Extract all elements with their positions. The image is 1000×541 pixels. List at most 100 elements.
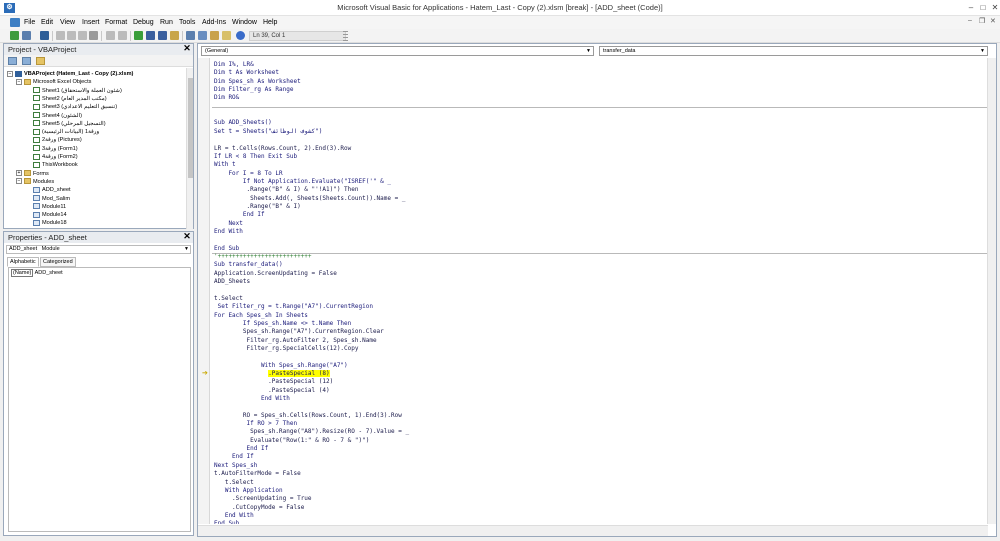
collapse-icon[interactable]: − <box>16 178 22 185</box>
code-line[interactable]: End If <box>214 445 269 453</box>
view-object-icon[interactable] <box>22 57 31 65</box>
code-line[interactable]: t.Select <box>214 295 243 303</box>
code-line[interactable]: RO = Spes_sh.Cells(Rows.Count, 1).End(3)… <box>214 412 402 420</box>
tree-node[interactable]: ThisWorkbook <box>25 161 78 169</box>
mdi-restore-button[interactable]: ❐ <box>979 17 985 25</box>
copy-icon[interactable] <box>67 31 76 40</box>
code-line[interactable]: End Sub <box>214 520 239 524</box>
code-line[interactable]: Sub ADD_Sheets() <box>214 119 272 127</box>
code-line[interactable]: t.AutoFilterMode = False <box>214 470 301 478</box>
code-line[interactable]: End Sub <box>214 245 239 253</box>
code-line[interactable]: '++++++++++++++++++++++++++ <box>214 253 312 261</box>
code-line[interactable]: Application.ScreenUpdating = False <box>214 270 337 278</box>
help-icon[interactable] <box>236 31 245 40</box>
tree-node[interactable]: Sheet2 (مكتب المدير العام) <box>25 95 107 103</box>
redo-icon[interactable] <box>118 31 127 40</box>
code-line[interactable]: Dim Spes_sh As Worksheet <box>214 78 301 86</box>
code-line[interactable]: .PasteSpecial (12) <box>214 378 333 386</box>
code-line[interactable]: Dim I%, LR& <box>214 61 254 69</box>
code-line[interactable]: If Not Application.Evaluate("ISREF('" & … <box>214 178 391 186</box>
menu-edit[interactable]: Edit <box>39 17 55 28</box>
tree-node[interactable]: Mod_Salim <box>25 195 70 203</box>
tab-categorized[interactable]: Categorized <box>40 257 76 267</box>
run-icon[interactable] <box>134 31 143 40</box>
code-line[interactable]: End With <box>214 512 254 520</box>
code-line[interactable]: .Range("B" & I) <box>214 203 301 211</box>
toolbar-grip[interactable] <box>343 31 348 41</box>
design-mode-icon[interactable] <box>170 31 179 40</box>
code-line[interactable]: Next Spes_sh <box>214 462 257 470</box>
cut-icon[interactable] <box>56 31 65 40</box>
tree-node[interactable]: ورقة4 (Form2) <box>25 153 78 161</box>
tab-alphabetic[interactable]: Alphabetic <box>7 257 39 267</box>
menu-debug[interactable]: Debug <box>131 17 156 28</box>
object-browser-icon[interactable] <box>210 31 219 40</box>
project-tree-scrollbar[interactable] <box>186 68 193 229</box>
code-editor[interactable]: Dim I%, LR& Dim t As Worksheet Dim Spes_sh… <box>212 58 988 524</box>
code-line[interactable]: .CutCopyMode = False <box>214 504 304 512</box>
scroll-thumb[interactable] <box>188 78 193 178</box>
properties-window-icon[interactable] <box>198 31 207 40</box>
menu-view[interactable]: View <box>58 17 77 28</box>
tree-node[interactable]: Module14 <box>25 211 67 219</box>
code-line[interactable]: Filter_rg.AutoFilter 2, Spes_sh.Name <box>214 337 377 345</box>
code-vertical-scrollbar[interactable] <box>987 58 996 524</box>
mdi-close-button[interactable]: ✕ <box>990 17 996 25</box>
code-line[interactable]: Spes_sh.Range("A8").Resize(RO - 7).Value… <box>214 428 409 436</box>
tree-node[interactable]: Module18 <box>25 219 67 227</box>
project-explorer-icon[interactable] <box>186 31 195 40</box>
code-line[interactable]: t.Select <box>214 479 254 487</box>
tree-node[interactable]: − VBAProject (Hatem_Last - Copy (2).xlsm) <box>7 70 133 78</box>
code-line[interactable]: Spes_sh.Range("A7").CurrentRegion.Clear <box>214 328 384 336</box>
mdi-minimize-button[interactable]: – <box>968 17 972 24</box>
tree-node[interactable]: ورقة3 (Form1) <box>25 145 78 153</box>
break-icon[interactable] <box>146 31 155 40</box>
code-line[interactable]: With Spes_sh.Range("A7") <box>214 362 348 370</box>
code-line[interactable]: Set Filter_rg = t.Range("A7").CurrentReg… <box>214 303 373 311</box>
code-line[interactable]: Dim RO& <box>214 94 239 102</box>
menu-window[interactable]: Window <box>230 17 259 28</box>
tree-node[interactable]: ورقة2 (Pictures) <box>25 136 82 144</box>
code-line[interactable]: .Range("B" & I) & "'!A1)") Then <box>214 186 359 194</box>
code-line[interactable]: Filter_rg.SpecialCells(12).Copy <box>214 345 359 353</box>
menu-tools[interactable]: Tools <box>177 17 197 28</box>
code-line[interactable]: End If <box>214 211 265 219</box>
tree-node[interactable]: ADD_sheet <box>25 186 71 194</box>
code-line[interactable]: Sheets.Add(, Sheets(Sheets.Count)).Name … <box>214 195 405 203</box>
expand-icon[interactable]: + <box>16 170 22 177</box>
collapse-icon[interactable]: − <box>16 78 22 85</box>
tree-node[interactable]: − Modules <box>16 178 54 186</box>
tree-node[interactable]: − Microsoft Excel Objects <box>16 78 91 86</box>
code-line[interactable]: Dim Filter_rg As Range <box>214 86 293 94</box>
insert-module-icon[interactable] <box>22 31 31 40</box>
menu-format[interactable]: Format <box>103 17 129 28</box>
menu-help[interactable]: Help <box>261 17 279 28</box>
code-line[interactable]: End If <box>214 453 254 461</box>
properties-close-icon[interactable]: ✕ <box>182 232 192 242</box>
object-selector[interactable]: ADD_sheet Module ▼ <box>6 245 191 254</box>
property-row-name[interactable]: (Name) ADD_sheet <box>11 269 63 277</box>
reset-icon[interactable] <box>158 31 167 40</box>
view-excel-icon[interactable] <box>10 31 19 40</box>
code-line[interactable]: Set t = Sheets("كشوف الوظائف") <box>214 128 322 136</box>
tree-node[interactable]: Sheet3 (تنسيق التعليم الاعدادي) <box>25 103 117 111</box>
maximize-button[interactable]: □ <box>978 2 988 13</box>
tree-node[interactable]: + Forms <box>16 170 49 178</box>
code-line[interactable]: If RO > 7 Then <box>214 420 298 428</box>
code-line[interactable]: ADD_Sheets <box>214 278 250 286</box>
view-code-icon[interactable] <box>8 57 17 65</box>
tree-node[interactable]: Sheet5 (التسجيل المرحلي) <box>25 120 106 128</box>
code-line[interactable]: Sub transfer_data() <box>214 261 283 269</box>
paste-icon[interactable] <box>78 31 87 40</box>
tree-node[interactable]: Sheet4 (الشئون) <box>25 112 82 120</box>
collapse-icon[interactable]: − <box>7 70 13 77</box>
find-icon[interactable] <box>89 31 98 40</box>
code-line[interactable]: .PasteSpecial (8) <box>214 369 330 378</box>
indicator-margin[interactable]: ➔ <box>198 58 210 524</box>
code-line[interactable]: Dim t As Worksheet <box>214 69 279 77</box>
menu-add-ins[interactable]: Add-Ins <box>200 17 228 28</box>
menu-insert[interactable]: Insert <box>80 17 102 28</box>
code-line[interactable]: .ScreenUpdating = True <box>214 495 312 503</box>
menu-file[interactable]: File <box>22 17 37 28</box>
code-line[interactable]: Next <box>214 220 242 228</box>
